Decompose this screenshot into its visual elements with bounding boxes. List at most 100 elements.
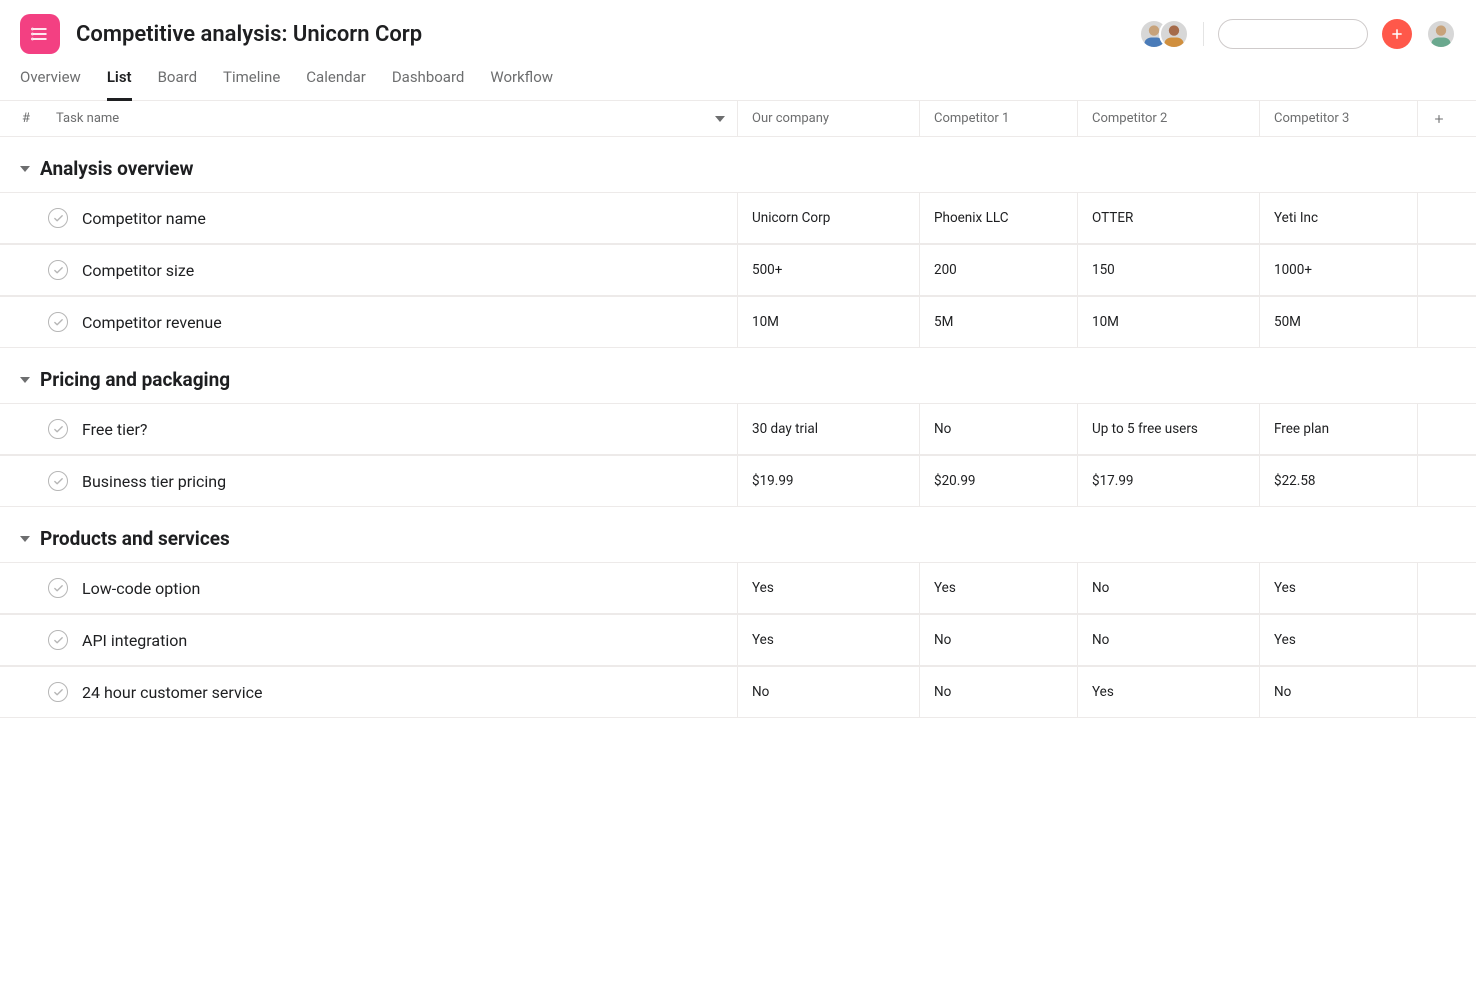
cell-competitor-1[interactable]: No xyxy=(920,615,1078,665)
col-num: # xyxy=(0,101,40,136)
plus-icon xyxy=(1390,27,1404,41)
cell-competitor-2[interactable]: Up to 5 free users xyxy=(1078,404,1260,454)
user-avatar[interactable] xyxy=(1426,19,1456,49)
cell-competitor-2[interactable]: $17.99 xyxy=(1078,456,1260,506)
columns-header: # Task name Our company Competitor 1 Com… xyxy=(0,101,1476,137)
cell-competitor-1[interactable]: 5M xyxy=(920,297,1078,347)
page-title: Competitive analysis: Unicorn Corp xyxy=(76,22,1123,47)
cell-empty xyxy=(1418,245,1460,295)
complete-checkbox[interactable] xyxy=(48,208,68,228)
task-name: Competitor size xyxy=(82,261,194,280)
cell-our-company[interactable]: Yes xyxy=(738,615,920,665)
project-icon[interactable] xyxy=(20,14,60,54)
search-input-wrap[interactable] xyxy=(1218,19,1368,49)
col-competitor-2[interactable]: Competitor 2 xyxy=(1078,101,1260,136)
tab-list[interactable]: List xyxy=(107,68,132,101)
cell-our-company[interactable]: 500+ xyxy=(738,245,920,295)
cell-competitor-1[interactable]: 200 xyxy=(920,245,1078,295)
cell-competitor-3[interactable]: 50M xyxy=(1260,297,1418,347)
cell-competitor-2[interactable]: 150 xyxy=(1078,245,1260,295)
col-our-company[interactable]: Our company xyxy=(738,101,920,136)
task-name: Competitor revenue xyxy=(82,313,222,332)
col-competitor-3[interactable]: Competitor 3 xyxy=(1260,101,1418,136)
task-row[interactable]: Business tier pricing $19.99 $20.99 $17.… xyxy=(0,455,1476,507)
complete-checkbox[interactable] xyxy=(48,312,68,332)
section-header[interactable]: Analysis overview xyxy=(0,137,1476,192)
complete-checkbox[interactable] xyxy=(48,630,68,650)
task-name-cell[interactable]: API integration xyxy=(0,615,738,665)
complete-checkbox[interactable] xyxy=(48,682,68,702)
cell-competitor-1[interactable]: $20.99 xyxy=(920,456,1078,506)
cell-empty xyxy=(1418,615,1460,665)
section-header[interactable]: Pricing and packaging xyxy=(0,348,1476,403)
tab-timeline[interactable]: Timeline xyxy=(223,68,280,100)
cell-competitor-2[interactable]: Yes xyxy=(1078,667,1260,717)
cell-competitor-3[interactable]: 1000+ xyxy=(1260,245,1418,295)
task-name-cell[interactable]: Competitor revenue xyxy=(0,297,738,347)
task-row[interactable]: Low-code option Yes Yes No Yes xyxy=(0,562,1476,614)
cell-competitor-2[interactable]: No xyxy=(1078,615,1260,665)
cell-empty xyxy=(1418,563,1460,613)
complete-checkbox[interactable] xyxy=(48,419,68,439)
cell-competitor-1[interactable]: Phoenix LLC xyxy=(920,193,1078,243)
cell-competitor-2[interactable]: OTTER xyxy=(1078,193,1260,243)
task-name-cell[interactable]: Competitor name xyxy=(0,193,738,243)
separator xyxy=(1203,22,1204,46)
tab-overview[interactable]: Overview xyxy=(20,68,81,100)
task-name-cell[interactable]: Business tier pricing xyxy=(0,456,738,506)
task-name-cell[interactable]: Free tier? xyxy=(0,404,738,454)
complete-checkbox[interactable] xyxy=(48,260,68,280)
section-title: Products and services xyxy=(40,527,230,550)
complete-checkbox[interactable] xyxy=(48,471,68,491)
cell-our-company[interactable]: Yes xyxy=(738,563,920,613)
chevron-down-icon[interactable] xyxy=(715,116,725,122)
task-row[interactable]: 24 hour customer service No No Yes No xyxy=(0,666,1476,718)
avatar[interactable] xyxy=(1159,19,1189,49)
task-name-cell[interactable]: Low-code option xyxy=(0,563,738,613)
cell-competitor-3[interactable]: Free plan xyxy=(1260,404,1418,454)
cell-competitor-3[interactable]: Yes xyxy=(1260,563,1418,613)
cell-competitor-2[interactable]: No xyxy=(1078,563,1260,613)
task-row[interactable]: API integration Yes No No Yes xyxy=(0,614,1476,666)
tab-calendar[interactable]: Calendar xyxy=(306,68,366,100)
task-row[interactable]: Competitor name Unicorn Corp Phoenix LLC… xyxy=(0,192,1476,244)
tab-workflow[interactable]: Workflow xyxy=(490,68,553,100)
cell-competitor-2[interactable]: 10M xyxy=(1078,297,1260,347)
cell-competitor-1[interactable]: No xyxy=(920,667,1078,717)
add-column-button[interactable] xyxy=(1418,101,1460,136)
cell-our-company[interactable]: Unicorn Corp xyxy=(738,193,920,243)
share-avatars[interactable] xyxy=(1139,19,1189,49)
task-name: Competitor name xyxy=(82,209,206,228)
section-header[interactable]: Products and services xyxy=(0,507,1476,562)
task-row[interactable]: Free tier? 30 day trial No Up to 5 free … xyxy=(0,403,1476,455)
cell-competitor-3[interactable]: Yeti Inc xyxy=(1260,193,1418,243)
caret-down-icon[interactable] xyxy=(20,166,30,172)
task-name-cell[interactable]: 24 hour customer service xyxy=(0,667,738,717)
cell-competitor-3[interactable]: No xyxy=(1260,667,1418,717)
task-name: Low-code option xyxy=(82,579,200,598)
cell-competitor-3[interactable]: Yes xyxy=(1260,615,1418,665)
section-title: Analysis overview xyxy=(40,157,193,180)
task-name-cell[interactable]: Competitor size xyxy=(0,245,738,295)
cell-competitor-1[interactable]: Yes xyxy=(920,563,1078,613)
caret-down-icon[interactable] xyxy=(20,536,30,542)
task-row[interactable]: Competitor size 500+ 200 150 1000+ xyxy=(0,244,1476,296)
section-title: Pricing and packaging xyxy=(40,368,230,391)
task-name: Business tier pricing xyxy=(82,472,226,491)
cell-empty xyxy=(1418,667,1460,717)
add-button[interactable] xyxy=(1382,19,1412,49)
col-competitor-1[interactable]: Competitor 1 xyxy=(920,101,1078,136)
cell-competitor-3[interactable]: $22.58 xyxy=(1260,456,1418,506)
cell-our-company[interactable]: 30 day trial xyxy=(738,404,920,454)
caret-down-icon[interactable] xyxy=(20,377,30,383)
cell-competitor-1[interactable]: No xyxy=(920,404,1078,454)
task-name: 24 hour customer service xyxy=(82,683,262,702)
cell-our-company[interactable]: No xyxy=(738,667,920,717)
tab-dashboard[interactable]: Dashboard xyxy=(392,68,465,100)
tab-board[interactable]: Board xyxy=(158,68,197,100)
task-row[interactable]: Competitor revenue 10M 5M 10M 50M xyxy=(0,296,1476,348)
cell-our-company[interactable]: $19.99 xyxy=(738,456,920,506)
cell-our-company[interactable]: 10M xyxy=(738,297,920,347)
project-tabs: Overview List Board Timeline Calendar Da… xyxy=(0,54,1476,101)
complete-checkbox[interactable] xyxy=(48,578,68,598)
